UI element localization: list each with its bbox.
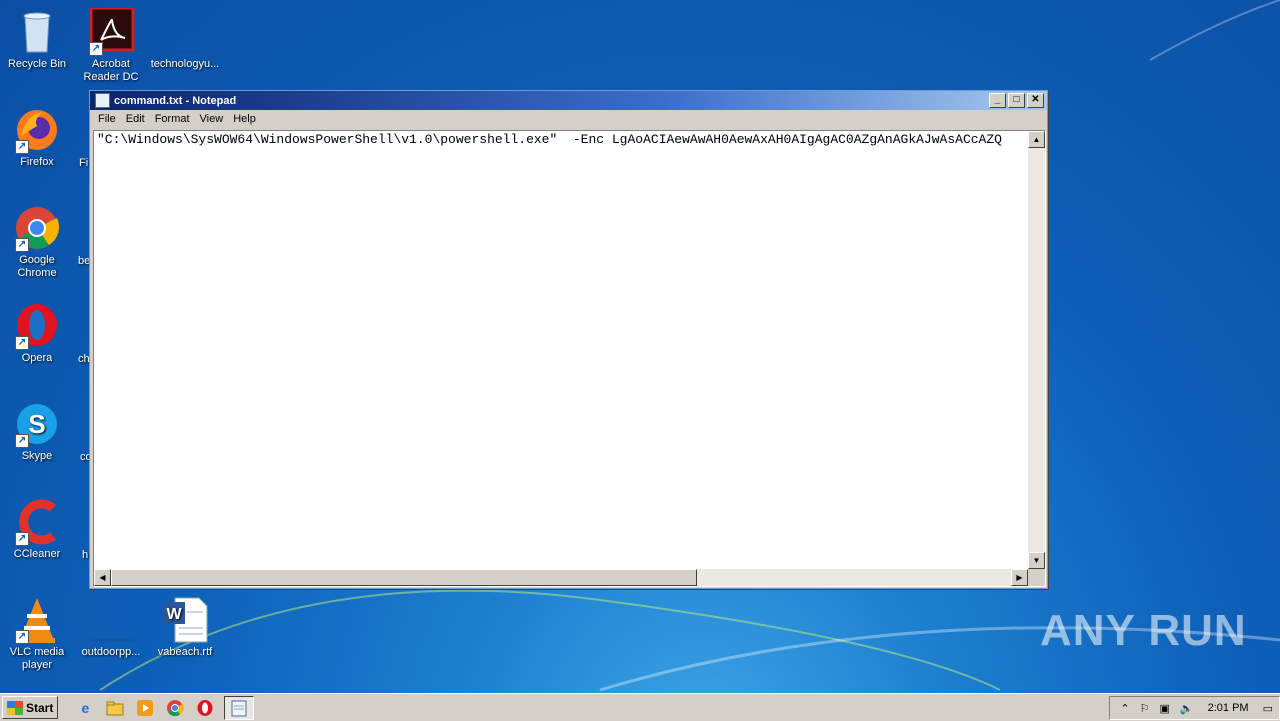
media-player-icon[interactable] bbox=[134, 697, 156, 719]
windows-logo-icon bbox=[7, 700, 23, 715]
desktop-icon-label: Skype bbox=[21, 450, 53, 462]
shortcut-arrow-icon: ↗ bbox=[15, 630, 29, 644]
desktop-icon-outdoorpp[interactable]: outdoorpp... bbox=[74, 596, 148, 659]
show-desktop-icon[interactable]: ▭ bbox=[1263, 702, 1273, 715]
scroll-left-button[interactable]: ◀ bbox=[94, 569, 111, 586]
desktop-icon-label-partial: Fi bbox=[79, 157, 89, 169]
menu-bar: File Edit Format View Help bbox=[90, 110, 1047, 128]
chrome-taskbar-icon[interactable] bbox=[164, 697, 186, 719]
title-bar[interactable]: command.txt - Notepad _ □ ✕ bbox=[90, 91, 1047, 110]
svg-text:W: W bbox=[166, 606, 182, 623]
acrobat-icon: ↗ bbox=[87, 6, 135, 56]
taskbar: Start e ⌃ ⚐ ▣ 🔈 2:01 PM ▭ bbox=[0, 693, 1280, 721]
desktop-icon-label-partial: ch bbox=[78, 353, 90, 365]
desktop-icon-skype[interactable]: S ↗ Skype bbox=[0, 400, 74, 463]
menu-format[interactable]: Format bbox=[150, 113, 195, 125]
shortcut-arrow-icon: ↗ bbox=[15, 336, 29, 350]
desktop-icon-firefox[interactable]: ↗ Firefox bbox=[0, 106, 74, 169]
ccleaner-icon: ↗ bbox=[13, 498, 61, 546]
desktop-icon-vabeach[interactable]: W vabeach.rtf bbox=[148, 596, 222, 659]
anyrun-watermark: ANY RUN bbox=[1040, 606, 1247, 655]
desktop-icon-technologyu[interactable]: technologyu... bbox=[148, 8, 222, 71]
editor-content[interactable]: "C:\Windows\SysWOW64\WindowsPowerShell\v… bbox=[97, 132, 1027, 147]
close-button[interactable]: ✕ bbox=[1027, 93, 1044, 108]
action-center-flag-icon[interactable]: ⚐ bbox=[1140, 702, 1150, 715]
desktop-icon-label: vabeach.rtf bbox=[157, 646, 213, 658]
clock[interactable]: 2:01 PM bbox=[1208, 702, 1249, 714]
scroll-down-button[interactable]: ▼ bbox=[1028, 552, 1045, 569]
firefox-icon: ↗ bbox=[13, 106, 61, 154]
desktop-icon-recycle-bin[interactable]: Recycle Bin bbox=[0, 8, 74, 71]
volume-icon[interactable]: 🔈 bbox=[1180, 702, 1194, 715]
start-label: Start bbox=[26, 700, 54, 715]
resize-grip[interactable] bbox=[1028, 569, 1045, 586]
shortcut-arrow-icon: ↗ bbox=[15, 238, 29, 252]
start-button[interactable]: Start bbox=[2, 696, 59, 719]
desktop-icon-label: CCleaner bbox=[13, 548, 61, 560]
file-icon bbox=[161, 8, 209, 56]
desktop-icon-label: Opera bbox=[21, 352, 53, 364]
horizontal-scroll-thumb[interactable] bbox=[111, 569, 697, 586]
desktop-icon-label-partial: h bbox=[82, 549, 89, 561]
notepad-taskbar-button[interactable] bbox=[224, 695, 255, 720]
menu-view[interactable]: View bbox=[195, 113, 229, 125]
shortcut-arrow-icon: ↗ bbox=[15, 532, 29, 546]
system-tray: ⌃ ⚐ ▣ 🔈 2:01 PM ▭ bbox=[1109, 696, 1280, 720]
desktop-icon-label: technologyu... bbox=[150, 58, 220, 70]
scroll-up-button[interactable]: ▲ bbox=[1028, 131, 1045, 148]
desktop-icon-vlc[interactable]: ↗ VLC media player bbox=[0, 596, 74, 672]
desktop-icon-opera[interactable]: ↗ Opera bbox=[0, 302, 74, 365]
desktop-icon-label: Recycle Bin bbox=[7, 58, 67, 70]
file-icon bbox=[87, 596, 135, 644]
desktop-icon-chrome[interactable]: ↗ Google Chrome bbox=[0, 204, 74, 280]
skype-icon: S ↗ bbox=[13, 400, 61, 448]
shortcut-arrow-icon: ↗ bbox=[15, 434, 29, 448]
menu-edit[interactable]: Edit bbox=[121, 113, 150, 125]
network-icon[interactable]: ▣ bbox=[1160, 702, 1170, 715]
desktop-icon-ccleaner[interactable]: ↗ CCleaner bbox=[0, 498, 74, 561]
menu-help[interactable]: Help bbox=[228, 113, 261, 125]
window-title: command.txt - Notepad bbox=[114, 94, 237, 107]
word-doc-icon: W bbox=[161, 596, 209, 644]
desktop-icon-label: Google Chrome bbox=[17, 254, 57, 279]
horizontal-scrollbar[interactable]: ◀ ▶ bbox=[94, 569, 1028, 586]
menu-file[interactable]: File bbox=[93, 113, 121, 125]
file-explorer-icon[interactable] bbox=[104, 697, 126, 719]
desktop-icon-acrobat[interactable]: ↗ Acrobat Reader DC bbox=[74, 6, 148, 84]
notepad-window[interactable]: command.txt - Notepad _ □ ✕ File Edit Fo… bbox=[89, 90, 1048, 589]
maximize-button[interactable]: □ bbox=[1008, 93, 1025, 108]
opera-icon: ↗ bbox=[13, 302, 61, 350]
desktop-icon-label: Firefox bbox=[20, 156, 54, 168]
desktop-icon-label: VLC media player bbox=[9, 646, 65, 671]
shortcut-arrow-icon: ↗ bbox=[15, 140, 29, 154]
svg-text:S: S bbox=[28, 409, 45, 439]
desktop-icon-label: Acrobat Reader DC bbox=[83, 58, 139, 83]
chrome-icon: ↗ bbox=[13, 204, 61, 252]
internet-explorer-icon[interactable]: e bbox=[74, 697, 96, 719]
text-editor[interactable]: "C:\Windows\SysWOW64\WindowsPowerShell\v… bbox=[93, 130, 1046, 587]
opera-taskbar-icon[interactable] bbox=[194, 697, 216, 719]
scroll-right-button[interactable]: ▶ bbox=[1011, 569, 1028, 586]
recycle-bin-icon bbox=[13, 8, 61, 56]
vlc-icon: ↗ bbox=[13, 596, 61, 644]
notepad-icon bbox=[95, 93, 110, 108]
show-hidden-icons-icon[interactable]: ⌃ bbox=[1120, 702, 1129, 715]
vertical-scrollbar[interactable]: ▲ ▼ bbox=[1028, 131, 1045, 569]
minimize-button[interactable]: _ bbox=[989, 93, 1006, 108]
desktop-icon-label: outdoorpp... bbox=[81, 646, 141, 658]
shortcut-arrow-icon: ↗ bbox=[89, 42, 103, 56]
